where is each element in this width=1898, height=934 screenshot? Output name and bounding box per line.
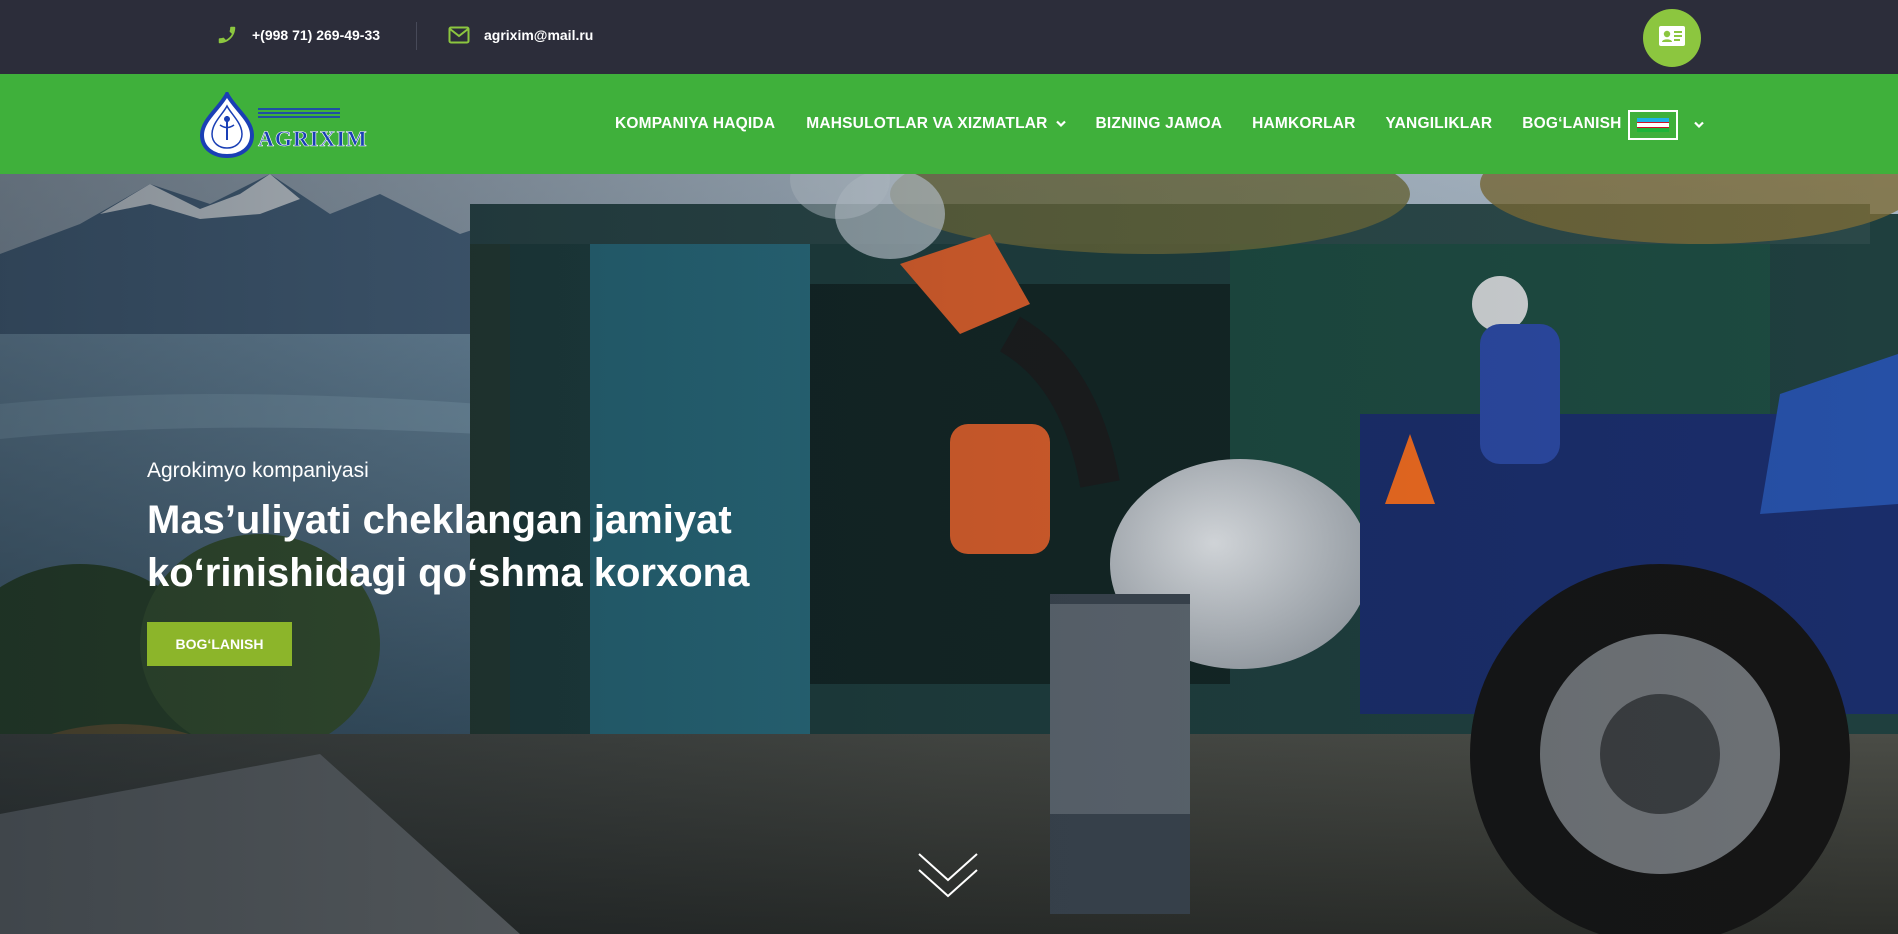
menu-item-kompaniya-haqida[interactable]: KOMPANIYA HAQIDA (615, 115, 775, 133)
phone-icon (216, 24, 238, 46)
hero-banner: Agrokimyo kompaniyasi Mas’uliyati chekla… (0, 174, 1898, 934)
menu-item-boglanish[interactable]: BOG‘LANISH (1522, 115, 1621, 133)
logo-drop-icon (199, 92, 255, 158)
contact-divider (416, 22, 417, 50)
language-switcher[interactable] (1628, 110, 1704, 140)
hero-contact-button[interactable]: BOG‘LANISH (147, 622, 292, 666)
chevron-down-icon (1694, 116, 1704, 134)
logo-brand-text: AGRIXIM (258, 126, 368, 152)
uzbekistan-flag-icon (1628, 110, 1678, 140)
hero-subtitle: Agrokimyo kompaniyasi (147, 459, 369, 482)
top-bar: +(998 71) 269-49-33 agrixim@mail.ru (0, 0, 1898, 74)
main-menu: KOMPANIYA HAQIDA MAHSULOTLAR VA XIZMATLA… (615, 74, 1622, 174)
contact-card-button[interactable] (1643, 9, 1701, 67)
double-chevron-down-icon (918, 853, 978, 898)
menu-item-mahsulotlar[interactable]: MAHSULOTLAR VA XIZMATLAR (806, 115, 1066, 133)
menu-item-bizning-jamoa[interactable]: BIZNING JAMOA (1096, 115, 1223, 133)
scroll-down-button[interactable] (917, 842, 979, 902)
envelope-icon (448, 24, 470, 46)
email-address: agrixim@mail.ru (484, 27, 594, 43)
contact-card-icon (1659, 25, 1685, 51)
hero-title: Mas’uliyati cheklangan jamiyat ko‘rinish… (147, 494, 907, 600)
menu-item-yangiliklar[interactable]: YANGILIKLAR (1386, 115, 1493, 133)
logo-tagline-lines (258, 108, 340, 118)
chevron-down-icon (1055, 115, 1066, 133)
main-navbar: AGRIXIM KOMPANIYA HAQIDA MAHSULOTLAR VA … (0, 74, 1898, 174)
agrixim-logo[interactable]: AGRIXIM (196, 92, 367, 158)
menu-item-hamkorlar[interactable]: HAMKORLAR (1252, 115, 1355, 133)
hero-title-line-1: Mas’uliyati cheklangan jamiyat (147, 498, 732, 542)
phone-contact[interactable]: +(998 71) 269-49-33 (216, 24, 380, 46)
email-contact[interactable]: agrixim@mail.ru (448, 24, 593, 46)
hero-title-line-2: ko‘rinishidagi qo‘shma korxona (147, 551, 750, 595)
phone-number: +(998 71) 269-49-33 (252, 27, 381, 43)
